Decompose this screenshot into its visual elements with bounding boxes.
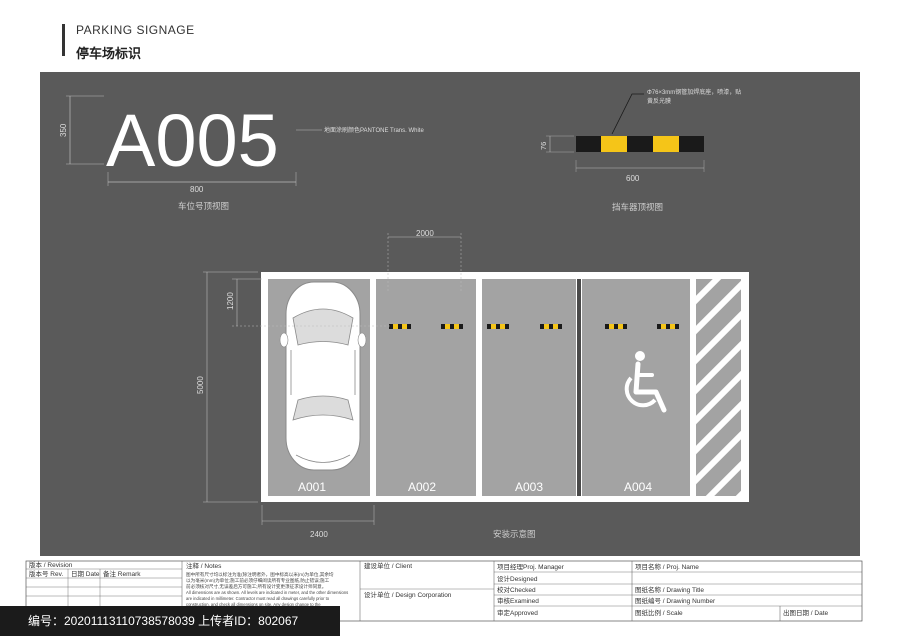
wheel-stop-view: Φ76×3mm钢管加焊底座，喷漆，贴 黄反光膜 76 600 挡车器顶视图 — [539, 88, 741, 212]
tb-note-line-3: 前必须核对尺寸,无误差后方可施工;所有设计变更须征求设计师同意。 — [186, 583, 326, 590]
wheel-stop-note-line1: Φ76×3mm钢管加焊底座，喷漆，贴 — [647, 88, 741, 96]
tb-approved: 审定Approved — [497, 608, 538, 617]
watermark-text: 编号：20201113110738578039 上传者ID：802067 — [28, 614, 299, 628]
sign-height-dim: 350 — [59, 123, 68, 137]
spot-label-a001: A001 — [298, 480, 326, 494]
wheel-stop-note-line2: 黄反光膜 — [647, 97, 671, 105]
number-sign-text: A005 — [106, 99, 279, 182]
tb-proj-name: 项目名称 / Proj. Name — [635, 562, 699, 571]
spot-a002 — [376, 279, 476, 496]
installation-layout: A001 A002 A003 A004 2000 1200 5000 2400 … — [196, 229, 749, 539]
wheel-stop-width-dim: 600 — [626, 174, 640, 183]
dim-5000: 5000 — [196, 376, 205, 394]
spot-label-a002: A002 — [408, 480, 436, 494]
sign-width-dim: 800 — [190, 185, 204, 194]
sign-color-note: 地面涂刷颜色PANTONE Trans. White — [324, 126, 424, 134]
tb-note-line-5: are indicated in millimeter. Contractor … — [186, 596, 330, 601]
tb-note-line-1: 图中所有尺寸均以标注为准(除注明者外，图中标高以米(m)为单位,其余均 — [186, 571, 334, 578]
tb-examined: 审核Examined — [497, 596, 539, 605]
layout-caption: 安装示意图 — [493, 529, 536, 539]
tb-note-line-4: All dimensions are as shown. All levels … — [186, 590, 348, 595]
tb-designed: 设计Designed — [497, 574, 538, 583]
tb-issue-date: 出图日期 / Date — [783, 608, 829, 617]
tb-drawing-title: 图纸名称 / Drawing Title — [635, 585, 704, 594]
tb-notes-label: 注释 / Notes — [186, 561, 222, 570]
tb-design-corp: 设计单位 / Design Corporation — [364, 590, 452, 599]
car-top-view-icon — [279, 281, 367, 471]
tb-remark: 备注 Remark — [103, 569, 141, 578]
tb-rev-no: 版本号 Rev. — [29, 569, 63, 578]
dim-2400: 2400 — [310, 530, 328, 539]
tb-client: 建设单位 / Client — [364, 561, 412, 570]
wheel-stop-caption: 挡车器顶视图 — [612, 202, 663, 212]
spot-a003 — [482, 279, 576, 496]
tb-revision: 版本 / Revision — [29, 560, 73, 569]
dim-2000: 2000 — [416, 229, 434, 238]
tb-note-line-2: 以为毫米(mm)为单位;施工前必须仔细阅读所有专业图纸,防止错误;施工 — [186, 577, 330, 584]
tb-date: 日期 Date — [71, 570, 100, 578]
tb-scale: 图纸比例 / Scale — [635, 608, 683, 617]
spot-label-a004: A004 — [624, 480, 652, 494]
wheel-stop-height-dim: 76 — [539, 142, 548, 150]
dim-1200: 1200 — [226, 292, 235, 310]
tb-drawing-number: 图纸编号 / Drawing Number — [635, 596, 716, 605]
number-sign-view: A005 350 800 地面涂刷颜色PANTONE Trans. White … — [59, 95, 424, 211]
tb-checked: 校对Checked — [497, 585, 536, 594]
drawing-canvas: A005 350 800 地面涂刷颜色PANTONE Trans. White … — [25, 88, 863, 622]
tb-proj-manager: 项目经理Proj. Manager — [497, 562, 565, 571]
spot-label-a003: A003 — [515, 480, 543, 494]
sign-caption: 车位号顶视图 — [178, 201, 229, 211]
